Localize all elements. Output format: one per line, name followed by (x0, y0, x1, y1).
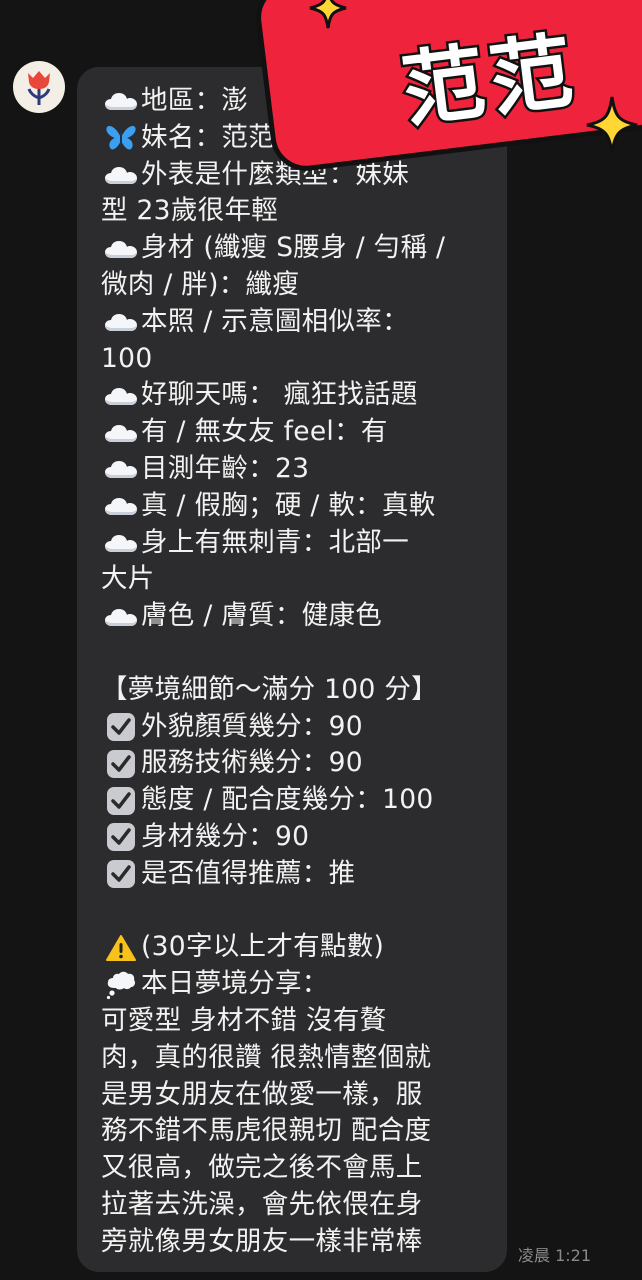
message-line-text: 本日夢境分享： (141, 968, 329, 1000)
message-line: 旁就像男女朋友一樣非常棒 (101, 1224, 493, 1261)
message-line: 【夢境細節～滿分 100 分】 (101, 672, 493, 709)
check-icon (101, 783, 141, 819)
message-line: 外貌顏質幾分：90 (101, 709, 493, 746)
message-line-text: 是否值得推薦：推 (141, 857, 356, 889)
message-line: 有 / 無女友 feel：有 (101, 414, 493, 451)
message-line: 又很高，做完之後不會馬上 (101, 1150, 493, 1187)
message-line-text: 外貌顏質幾分：90 (141, 710, 363, 742)
message-line: 身上有無刺青：北部一 (101, 525, 493, 562)
tulip-icon (27, 71, 51, 105)
thought-bubble-icon (101, 967, 141, 1003)
message-line: 身材幾分：90 (101, 819, 493, 856)
message-line-text: 態度 / 配合度幾分：100 (141, 784, 434, 816)
message-line-text: (30字以上才有點數) (141, 931, 385, 963)
message-line-text: 真 / 假胸；硬 / 軟：真軟 (141, 489, 436, 521)
message-line: 本日夢境分享： (101, 966, 493, 1003)
message-line (101, 893, 493, 930)
message-line-text: 是男女朋友在做愛一樣，服 (101, 1078, 423, 1110)
message-line: 是否值得推薦：推 (101, 856, 493, 893)
check-icon (101, 709, 141, 745)
message-line-text: 身上有無刺青：北部一 (141, 526, 409, 558)
message-line: 微肉 / 胖)：纖瘦 (101, 267, 493, 304)
message-line: 身材 (纖瘦 S腰身 / 勻稱 / (101, 230, 493, 267)
message-line: (30字以上才有點數) (101, 929, 493, 966)
message-line: 是男女朋友在做愛一樣，服 (101, 1077, 493, 1114)
message-line-text: 地區：澎 (141, 85, 249, 116)
message-line-text: 100 (101, 342, 153, 374)
message-line (101, 635, 493, 672)
message-line: 拉著去洗澡，會先依偎在身 (101, 1187, 493, 1224)
message-line-text: 身材幾分：90 (141, 820, 310, 852)
message-line-text: 肉，真的很讚 很熱情整個就 (101, 1041, 432, 1073)
sparkle-icon (309, 0, 347, 29)
message-line: 服務技術幾分：90 (101, 745, 493, 782)
message-text: 地區：澎 妹名：范范 外表是什麼類型：妹妹型 23歲很年輕 身材 (纖瘦 S腰身 … (101, 83, 493, 1261)
message-line: 好聊天嗎： 瘋狂找話題 (101, 377, 493, 414)
check-icon (101, 856, 141, 892)
message-line-text: 目測年齡：23 (141, 452, 310, 484)
check-icon (101, 746, 141, 782)
cloud-icon (101, 157, 141, 193)
warning-icon (101, 930, 141, 966)
message-line-text: 型 23歲很年輕 (101, 195, 279, 227)
avatar[interactable] (13, 61, 65, 113)
message-line: 可愛型 身材不錯 沒有贅 (101, 1003, 493, 1040)
cloud-icon (101, 415, 141, 451)
message-line: 型 23歲很年輕 (101, 193, 493, 230)
message-line: 目測年齡：23 (101, 451, 493, 488)
message-timestamp: 凌晨 1:21 (518, 1246, 592, 1265)
message-line-text: 好聊天嗎： 瘋狂找話題 (141, 379, 418, 411)
cloud-icon (101, 451, 141, 487)
message-line: 本照 / 示意圖相似率： (101, 304, 493, 341)
cloud-icon (101, 525, 141, 561)
cloud-icon (101, 378, 141, 414)
message-line: 100 (101, 341, 493, 378)
message-line: 肉，真的很讚 很熱情整個就 (101, 1040, 493, 1077)
message-line-text: 拉著去洗澡，會先依偎在身 (101, 1188, 423, 1220)
message-line: 態度 / 配合度幾分：100 (101, 782, 493, 819)
cloud-icon (101, 304, 141, 340)
cloud-icon (101, 231, 141, 267)
message-line-text: 妹名：范范 (141, 121, 275, 153)
sparkle-icon (586, 96, 638, 154)
cloud-icon (101, 83, 141, 119)
message-bubble[interactable]: 地區：澎 妹名：范范 外表是什麼類型：妹妹型 23歲很年輕 身材 (纖瘦 S腰身 … (77, 67, 507, 1272)
message-line-text: 務不錯不馬虎很親切 配合度 (101, 1115, 432, 1147)
message-line: 真 / 假胸；硬 / 軟：真軟 (101, 488, 493, 525)
message-line-text: 服務技術幾分：90 (141, 747, 363, 779)
cloud-icon (101, 599, 141, 635)
message-line-text: 膚色 / 膚質：健康色 (141, 600, 383, 632)
message-line-text: 又很高，做完之後不會馬上 (101, 1152, 423, 1184)
message-line-text: 微肉 / 胖)：纖瘦 (101, 268, 300, 300)
message-line-text: 旁就像男女朋友一樣非常棒 (101, 1225, 423, 1257)
message-line-text: 【夢境細節～滿分 100 分】 (101, 673, 438, 705)
message-line: 膚色 / 膚質：健康色 (101, 598, 493, 635)
check-icon (101, 819, 141, 855)
butterfly-icon (101, 120, 141, 156)
message-line-text: 身材 (纖瘦 S腰身 / 勻稱 / (141, 232, 446, 264)
message-line-text: 可愛型 身材不錯 沒有贅 (101, 1004, 387, 1036)
message-line-text: 大片 (101, 563, 155, 595)
cloud-icon (101, 488, 141, 524)
message-line-text: 有 / 無女友 feel：有 (141, 416, 388, 448)
message-line: 大片 (101, 561, 493, 598)
message-line-text: 本照 / 示意圖相似率： (141, 305, 409, 337)
message-line: 務不錯不馬虎很親切 配合度 (101, 1113, 493, 1150)
